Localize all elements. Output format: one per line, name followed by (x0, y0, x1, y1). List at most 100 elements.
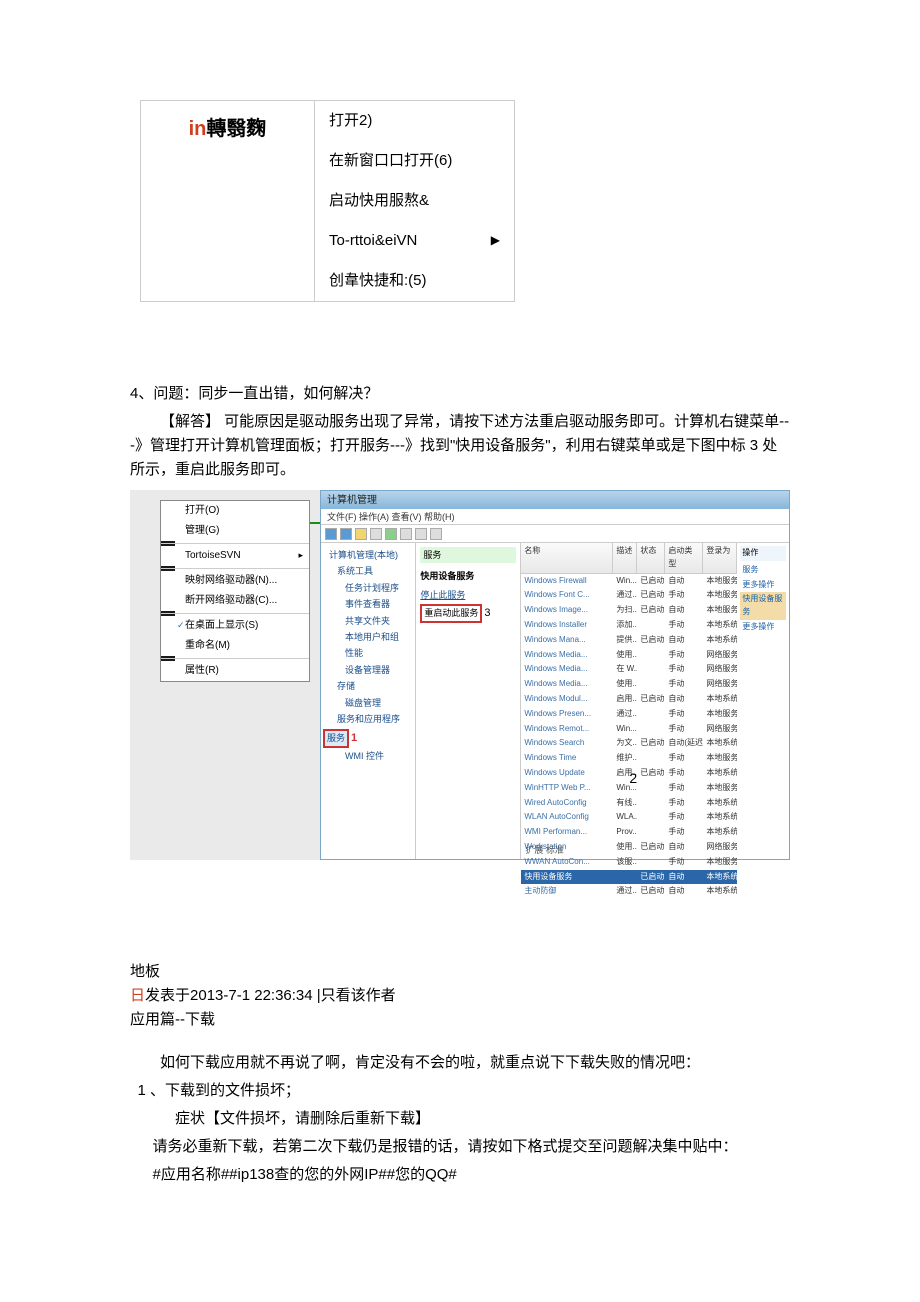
publish-line: 日发表于2013-7-1 22:36:34 |只看该作者 (130, 984, 790, 1008)
service-row[interactable]: Windows Mana...提供...已启动自动本地系统 (521, 633, 737, 648)
ctx-properties[interactable]: 属性(R) (161, 661, 309, 681)
ctx-divider (161, 658, 309, 659)
check-icon: ✓ (177, 618, 185, 632)
annotation-2: 2 (629, 767, 637, 789)
q4-block: 4、问题：同步一直出错，如何解决？ 【解答】 可能原因是驱动服务出现了异常，请按… (130, 382, 790, 482)
ctx-tortoisesvn[interactable]: TortoiseSVN▸ (161, 546, 309, 566)
document-page: in轉翳麴 打开2) 在新窗口口打开(6) 启动快用服熬& To-rttoi&e… (0, 0, 920, 1271)
col-desc[interactable]: 描述 (613, 543, 637, 573)
mgmt-body: 计算机管理(本地) 系统工具 任务计划程序 事件查看器 共享文件夹 本地用户和组… (321, 543, 789, 859)
actions-item[interactable]: 更多操作 (740, 578, 786, 593)
service-row[interactable]: Windows Presen...通过...手动本地服务 (521, 707, 737, 722)
tree-services-selected[interactable]: 服务 (323, 729, 349, 747)
play-icon[interactable] (385, 528, 397, 540)
dl-intro: 如何下载应用就不再说了啊，肯定没有不会的啦，就重点说下下载失败的情况吧： (130, 1051, 790, 1075)
spacer (130, 1032, 790, 1047)
red-mark: 日 (130, 987, 145, 1004)
chevron-right-icon: ▸ (298, 548, 303, 562)
menu-left-red: in (189, 118, 207, 140)
section-title: 应用篇--下载 (130, 1008, 790, 1032)
tree-node[interactable]: 本地用户和组 (323, 629, 413, 645)
service-row[interactable]: Windows Remot...Win...手动网络服务 (521, 722, 737, 737)
tree-node[interactable]: 任务计划程序 (323, 580, 413, 596)
tree-node[interactable]: 事件查看器 (323, 596, 413, 612)
service-list-pane: 名称 描述 状态 启动类型 登录为 Windows FirewallWin...… (521, 543, 737, 859)
dl-resolve: 请务必重新下载，若第二次下载仍是报错的话，请按如下格式提交至问题解决集中贴中： (130, 1135, 790, 1159)
ctx-divider (161, 568, 309, 569)
ctx-open[interactable]: 打开(O) (161, 501, 309, 521)
ctx-rename[interactable]: 重命名(M) (161, 636, 309, 656)
menu-left-cell: in轉翳麴 (140, 100, 315, 302)
window-toolbar (321, 525, 789, 543)
annotation-1: 1 (351, 732, 357, 744)
service-row[interactable]: Windows Font C...通过...已启动手动本地服务 (521, 588, 737, 603)
service-row[interactable]: Windows Installer添加...手动本地系统 (521, 618, 737, 633)
service-row[interactable]: Windows Media...使用...手动网络服务 (521, 677, 737, 692)
service-list-header: 名称 描述 状态 启动类型 登录为 (521, 543, 737, 574)
service-row-selected[interactable]: 快用设备服务 已启动 自动 本地系统 (521, 870, 737, 885)
service-row[interactable]: WLAN AutoConfigWLA...手动本地系统 (521, 810, 737, 825)
service-row[interactable]: Windows FirewallWin...已启动自动本地服务 (521, 574, 737, 589)
menu-right-list: 打开2) 在新窗口口打开(6) 启动快用服熬& To-rttoi&eiVN ▶ … (315, 100, 515, 302)
service-row[interactable]: Windows Media...使用...手动网络服务 (521, 648, 737, 663)
window-titlebar: 计算机管理 (321, 491, 789, 509)
stop-service-link[interactable]: 停止此服务 (420, 588, 516, 602)
service-row[interactable]: Windows Image...为扫...已启动自动本地服务 (521, 603, 737, 618)
ctx-divider (161, 613, 309, 614)
service-row[interactable]: Wired AutoConfig有线...手动本地系统 (521, 796, 737, 811)
service-row[interactable]: WMI Performan...Prov...手动本地系统 (521, 825, 737, 840)
computer-management-window: 计算机管理 文件(F) 操作(A) 查看(V) 帮助(H) 计算机管理(本地) (320, 490, 790, 860)
back-icon[interactable] (325, 528, 337, 540)
tree-wmi[interactable]: WMI 控件 (323, 748, 413, 764)
ctx-manage[interactable]: 管理(G) (161, 521, 309, 541)
col-logon[interactable]: 登录为 (703, 543, 737, 573)
service-row[interactable]: Windows Modul...启用...已启动自动本地系统 (521, 692, 737, 707)
window-menubar[interactable]: 文件(F) 操作(A) 查看(V) 帮助(H) (321, 509, 789, 525)
restart-icon[interactable] (430, 528, 442, 540)
ctx-unmap-drive[interactable]: 断开网络驱动器(C)... (161, 591, 309, 611)
screenshot-wrap: 打开(O) 管理(G) TortoiseSVN▸ 映射网络驱动器(N)... 断… (130, 490, 790, 860)
menu-item-shortcut[interactable]: 创韋快捷和:(5) (315, 261, 514, 301)
menu-item-open[interactable]: 打开2) (315, 101, 514, 141)
actions-item[interactable]: 快用设备服务 (740, 592, 786, 620)
actions-item[interactable]: 更多操作 (740, 620, 786, 635)
menu-item-start-service[interactable]: 启动快用服熬& (315, 181, 514, 221)
col-status[interactable]: 状态 (637, 543, 665, 573)
actions-item[interactable]: 服务 (740, 563, 786, 578)
tree-node[interactable]: 磁盘管理 (323, 695, 413, 711)
menu-item-tortoise[interactable]: To-rttoi&eiVN ▶ (315, 221, 514, 261)
tree-node[interactable]: 性能 (323, 645, 413, 661)
publish-text: 发表于2013-7-1 22:36:34 |只看该作者 (145, 987, 396, 1004)
col-startup[interactable]: 启动类型 (665, 543, 703, 573)
ctx-divider (161, 543, 309, 544)
tree-node[interactable]: 共享文件夹 (323, 613, 413, 629)
stop-icon[interactable] (400, 528, 412, 540)
tree-root[interactable]: 计算机管理(本地) (323, 547, 413, 563)
actions-header: 操作 (740, 546, 786, 561)
dl-item1: 1 、下载到的文件损坏； (130, 1079, 790, 1103)
refresh-icon[interactable] (370, 528, 382, 540)
forward-icon[interactable] (340, 528, 352, 540)
ctx-map-drive[interactable]: 映射网络驱动器(N)... (161, 571, 309, 591)
selected-service-name: 快用设备服务 (420, 569, 516, 583)
actions-pane: 操作 服务 更多操作 快用设备服务 更多操作 (737, 543, 789, 859)
tree-node[interactable]: 存储 (323, 678, 413, 694)
tree-node[interactable]: 设备管理器 (323, 662, 413, 678)
tree-node[interactable]: 系统工具 (323, 563, 413, 579)
folder-icon[interactable] (355, 528, 367, 540)
ctx-show-desktop[interactable]: ✓在桌面上显示(S) (161, 616, 309, 636)
service-row[interactable]: Windows Search为文...已启动自动(延迟...本地系统 (521, 736, 737, 751)
restart-service-link[interactable]: 重启动此服务 (420, 604, 482, 622)
q4-title: 4、问题：同步一直出错，如何解决？ (130, 382, 790, 406)
pause-icon[interactable] (415, 528, 427, 540)
tree-pane: 计算机管理(本地) 系统工具 任务计划程序 事件查看器 共享文件夹 本地用户和组… (321, 543, 416, 859)
menu-item-open-new[interactable]: 在新窗口口打开(6) (315, 141, 514, 181)
col-name[interactable]: 名称 (521, 543, 613, 573)
service-row[interactable]: 主动防御 通过... 已启动 自动 本地系统 (521, 884, 737, 899)
chevron-right-icon: ▶ (491, 231, 500, 250)
view-tabs[interactable]: 扩展 标准 (521, 841, 568, 859)
service-row[interactable]: Windows Media...在 W...手动网络服务 (521, 662, 737, 677)
tree-node[interactable]: 服务和应用程序 (323, 711, 413, 727)
management-screenshot: 打开(O) 管理(G) TortoiseSVN▸ 映射网络驱动器(N)... 断… (130, 490, 790, 860)
service-row[interactable]: Windows Time维护...手动本地服务 (521, 751, 737, 766)
